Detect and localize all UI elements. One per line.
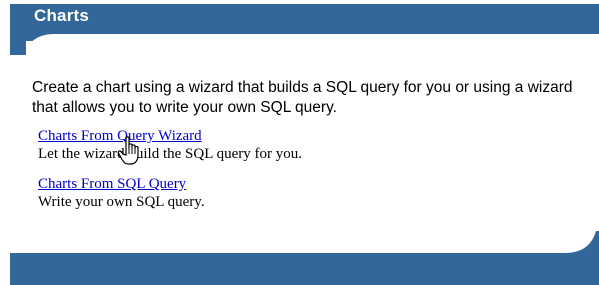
- header-curve-left: [10, 41, 26, 55]
- hand-pointer-icon: [117, 136, 139, 165]
- option-sql-query: Charts From SQL Query Write your own SQL…: [38, 175, 205, 211]
- charts-from-sql-query-link[interactable]: Charts From SQL Query: [38, 176, 186, 192]
- header-curve-mask: [26, 34, 599, 54]
- option-description: Let the wizard build the SQL query for y…: [38, 146, 302, 162]
- intro-text: Create a chart using a wizard that build…: [32, 79, 573, 116]
- region-footer-bar: [10, 263, 599, 285]
- region-header-bar: [10, 4, 599, 27]
- option-query-wizard: Charts From Query Wizard Let the wizard …: [38, 127, 302, 163]
- option-description: Write your own SQL query.: [38, 194, 205, 210]
- footer-decoration: [10, 231, 599, 263]
- charts-region: Charts Create a chart using a wizard tha…: [0, 0, 599, 285]
- region-title: Charts: [34, 6, 90, 25]
